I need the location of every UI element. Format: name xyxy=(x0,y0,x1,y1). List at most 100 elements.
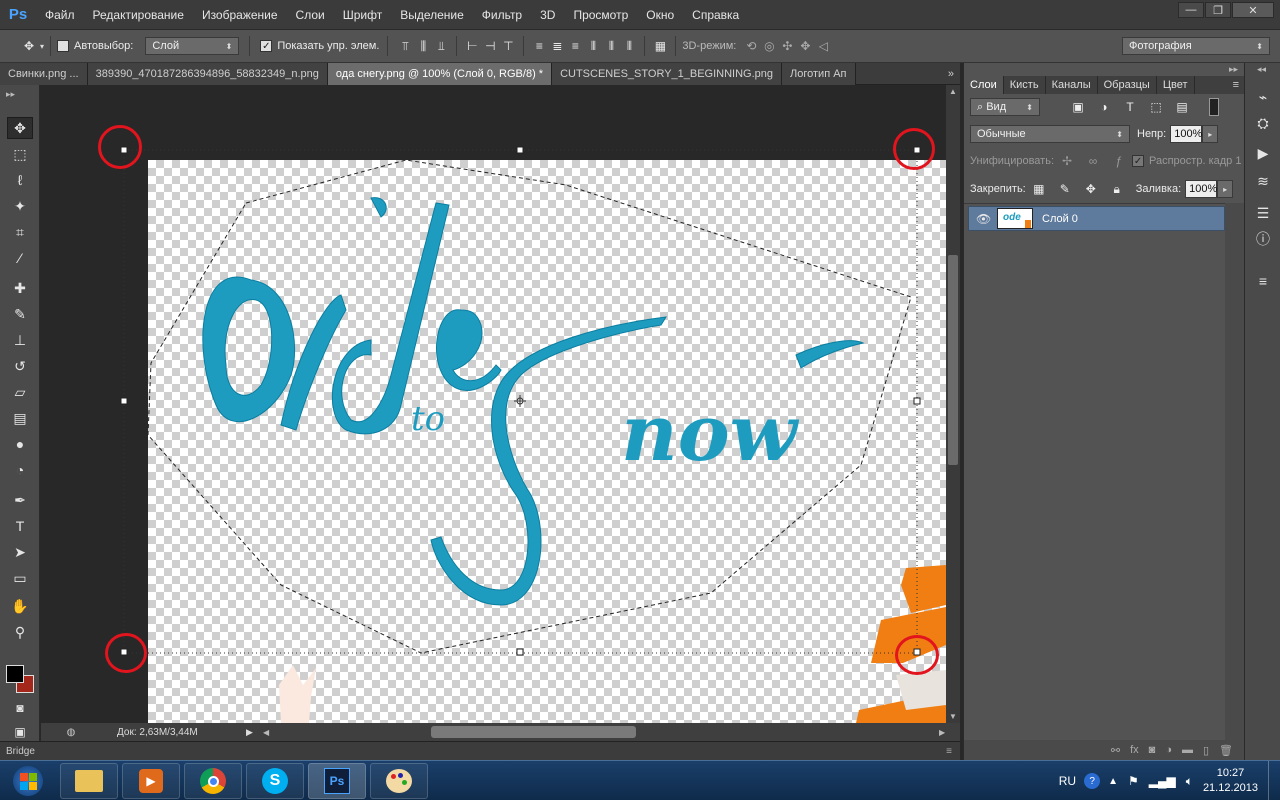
more-tabs-icon[interactable]: » xyxy=(942,63,960,84)
close-button[interactable]: ✕ xyxy=(1232,2,1274,18)
menu-filter[interactable]: Фильтр xyxy=(473,0,531,30)
autoselect-dropdown[interactable]: Слой ⬍ xyxy=(145,37,240,55)
taskbar-chrome[interactable] xyxy=(184,763,242,799)
tab-color[interactable]: Цвет xyxy=(1157,76,1195,94)
menu-edit[interactable]: Редактирование xyxy=(84,0,193,30)
new-group-icon[interactable]: ▬ xyxy=(1182,744,1193,756)
adjustment-layer-icon[interactable]: ◑ xyxy=(1165,744,1172,756)
distribute-left-icon[interactable]: ⦀ xyxy=(584,37,602,55)
lock-position-icon[interactable]: ✥ xyxy=(1083,181,1099,197)
gradient-tool-icon[interactable]: ▤ xyxy=(7,407,33,429)
3d-roll-icon[interactable]: ◎ xyxy=(760,37,778,55)
visibility-eye-icon[interactable]: 👁︎ xyxy=(976,212,991,226)
adjustments-panel-icon[interactable]: ≋ xyxy=(1253,171,1273,191)
layer-filter-dropdown[interactable]: ⌕ Вид ⬍ xyxy=(970,98,1040,116)
3d-scale-icon[interactable]: ◁ xyxy=(814,37,832,55)
tab-logo[interactable]: Логотип Ап xyxy=(782,63,856,85)
canvas-area[interactable]: to now xyxy=(41,85,946,723)
menu-file[interactable]: Файл xyxy=(36,0,84,30)
menu-type[interactable]: Шрифт xyxy=(334,0,391,30)
align-top-icon[interactable]: ⫪ xyxy=(396,37,414,55)
menu-3d[interactable]: 3D xyxy=(531,0,564,30)
language-indicator[interactable]: RU xyxy=(1059,774,1076,788)
vertical-scrollbar[interactable]: ▲ ▼ xyxy=(946,85,960,723)
distribute-right-icon[interactable]: ⦀ xyxy=(620,37,638,55)
show-hidden-icons-icon[interactable]: ▲ xyxy=(1108,776,1118,787)
new-layer-icon[interactable]: ▯ xyxy=(1203,744,1209,757)
move-tool-preset-icon[interactable]: ✥ xyxy=(20,37,38,55)
tab-cutscenes[interactable]: CUTSCENES_STORY_1_BEGINNING.png xyxy=(552,63,783,85)
type-tool-icon[interactable]: T xyxy=(7,515,33,537)
pen-tool-icon[interactable]: ✒ xyxy=(7,489,33,511)
help-icon[interactable]: ? xyxy=(1084,773,1101,789)
tab-channels[interactable]: Каналы xyxy=(1046,76,1098,94)
link-layers-icon[interactable]: ⚯ xyxy=(1111,744,1120,757)
brush-tool-icon[interactable]: ✎ xyxy=(7,303,33,325)
hand-tool-icon[interactable]: ✋ xyxy=(7,595,33,617)
unify-visibility-icon[interactable]: ∞ xyxy=(1085,153,1101,169)
tab-brush[interactable]: Кисть xyxy=(1004,76,1046,94)
eyedropper-tool-icon[interactable]: ⁄ xyxy=(7,247,33,269)
filter-pixel-icon[interactable]: ▣ xyxy=(1070,99,1086,115)
filter-adjustment-icon[interactable]: ◑ xyxy=(1096,99,1112,115)
add-mask-icon[interactable]: ◙ xyxy=(1149,744,1156,756)
fill-arrow-icon[interactable]: ▸ xyxy=(1217,180,1234,198)
taskbar-media-player[interactable]: ▶ xyxy=(122,763,180,799)
taskbar-paint[interactable] xyxy=(370,763,428,799)
volume-icon[interactable]: 🔈︎ xyxy=(1186,774,1193,789)
blur-tool-icon[interactable]: ● xyxy=(7,433,33,455)
status-menu-arrow-icon[interactable]: ▶ xyxy=(246,727,253,738)
history-brush-tool-icon[interactable]: ↺ xyxy=(7,355,33,377)
taskbar-skype[interactable]: S xyxy=(246,763,304,799)
distribute-top-icon[interactable]: ≡ xyxy=(530,37,548,55)
status-zoom-icon[interactable]: ◍ xyxy=(41,727,101,738)
lasso-tool-icon[interactable]: ℓ xyxy=(7,169,33,191)
menu-image[interactable]: Изображение xyxy=(193,0,287,30)
tab-oda-snegu[interactable]: ода снегу.png @ 100% (Слой 0, RGB/8) * xyxy=(327,63,553,85)
vertical-scroll-thumb[interactable] xyxy=(948,255,958,465)
quick-mask-icon[interactable]: ◙ xyxy=(7,697,33,719)
tab-389390[interactable]: 389390_470187286394896_58832349_n.png xyxy=(87,63,328,85)
3d-slide-icon[interactable]: ✥ xyxy=(796,37,814,55)
fill-input[interactable]: 100% xyxy=(1185,180,1217,198)
start-button[interactable] xyxy=(4,763,52,799)
filter-type-icon[interactable]: T xyxy=(1122,99,1138,115)
menu-help[interactable]: Справка xyxy=(683,0,748,30)
lock-all-icon[interactable]: 🔒︎ xyxy=(1109,181,1125,197)
filter-smart-object-icon[interactable]: ▤ xyxy=(1174,99,1190,115)
history-panel-icon[interactable]: ⛭ xyxy=(1253,113,1273,133)
3d-rotate-icon[interactable]: ⟲ xyxy=(742,37,760,55)
opacity-arrow-icon[interactable]: ▸ xyxy=(1202,125,1219,143)
move-tool-icon[interactable]: ✥ xyxy=(7,117,33,139)
menu-select[interactable]: Выделение xyxy=(391,0,473,30)
filter-shape-icon[interactable]: ⬚ xyxy=(1148,99,1164,115)
align-left-icon[interactable]: ⊢ xyxy=(463,37,481,55)
scroll-down-icon[interactable]: ▼ xyxy=(949,712,957,721)
auto-align-icon[interactable]: ▦ xyxy=(651,37,669,55)
tab-swatches[interactable]: Образцы xyxy=(1098,76,1157,94)
blend-mode-dropdown[interactable]: Обычные ⬍ xyxy=(970,125,1130,143)
taskbar-explorer[interactable] xyxy=(60,763,118,799)
handle-middle-left[interactable] xyxy=(120,397,128,405)
show-controls-checkbox[interactable]: ✓ xyxy=(260,40,273,52)
show-desktop-button[interactable] xyxy=(1268,761,1280,800)
info-panel-icon[interactable]: ⓘ xyxy=(1253,229,1273,249)
align-bottom-icon[interactable]: ⫫ xyxy=(432,37,450,55)
path-panel-icon[interactable]: ⌁ xyxy=(1253,87,1273,107)
toolbox-collapse-icon[interactable]: ▸▸ xyxy=(6,89,15,100)
handle-bottom-center[interactable] xyxy=(516,648,524,656)
lock-pixels-icon[interactable]: ✎ xyxy=(1057,181,1073,197)
crop-tool-icon[interactable]: ⌗ xyxy=(7,221,33,243)
hscroll-left-icon[interactable]: ◀ xyxy=(263,728,269,737)
dodge-tool-icon[interactable]: ◔ xyxy=(7,459,33,481)
taskbar-photoshop[interactable]: Ps xyxy=(308,763,366,799)
mini-bridge-bar[interactable]: Bridge ≡ xyxy=(0,741,960,760)
menu-layers[interactable]: Слои xyxy=(287,0,334,30)
handle-top-center[interactable] xyxy=(516,146,524,154)
zoom-tool-icon[interactable]: ⚲ xyxy=(7,621,33,643)
3d-drag-icon[interactable]: ✣ xyxy=(778,37,796,55)
panel-collapse-icon[interactable]: ▸▸ xyxy=(1229,64,1238,75)
eraser-tool-icon[interactable]: ▱ xyxy=(7,381,33,403)
transform-center-point[interactable] xyxy=(514,395,526,407)
distribute-bottom-icon[interactable]: ≡ xyxy=(566,37,584,55)
